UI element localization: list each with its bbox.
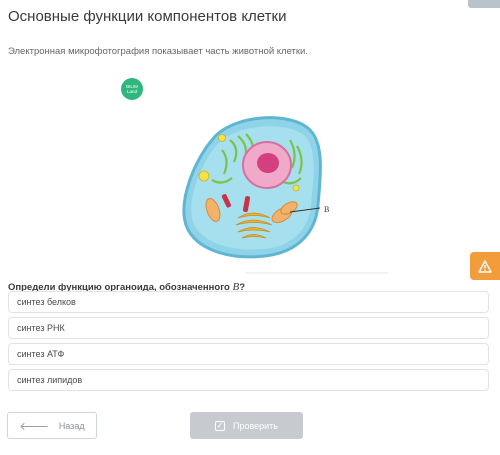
answer-options: синтез белков синтез РНК синтез АТФ синт…	[8, 291, 489, 395]
nucleolus	[257, 153, 279, 173]
top-corner-tab	[468, 0, 500, 8]
back-button-label: Назад	[58, 420, 85, 431]
arrow-left-icon: 🡐	[19, 420, 49, 433]
option-atp-synthesis[interactable]: синтез АТФ	[8, 343, 489, 365]
page-subtitle: Электронная микрофотография показывает ч…	[8, 46, 308, 57]
cell-image: BILIM Land B	[0, 70, 500, 280]
option-lipid-synthesis[interactable]: синтез липидов	[8, 369, 489, 391]
report-warning-button[interactable]	[470, 252, 500, 280]
check-button-label: Проверить	[232, 420, 278, 431]
option-rna-synthesis[interactable]: синтез РНК	[8, 317, 489, 339]
option-protein-synthesis[interactable]: синтез белков	[8, 291, 489, 313]
checkbox-icon: ✓	[214, 420, 225, 431]
bilimland-logo: BILIM Land	[121, 78, 143, 100]
page-title: Основные функции компонентов клетки	[8, 8, 287, 25]
warning-icon	[478, 259, 492, 273]
label-b: B	[324, 205, 329, 214]
back-button[interactable]: 🡐 Назад	[7, 412, 97, 439]
logo-text-2: Land	[127, 89, 138, 94]
check-button[interactable]: ✓ Проверить	[190, 412, 303, 439]
